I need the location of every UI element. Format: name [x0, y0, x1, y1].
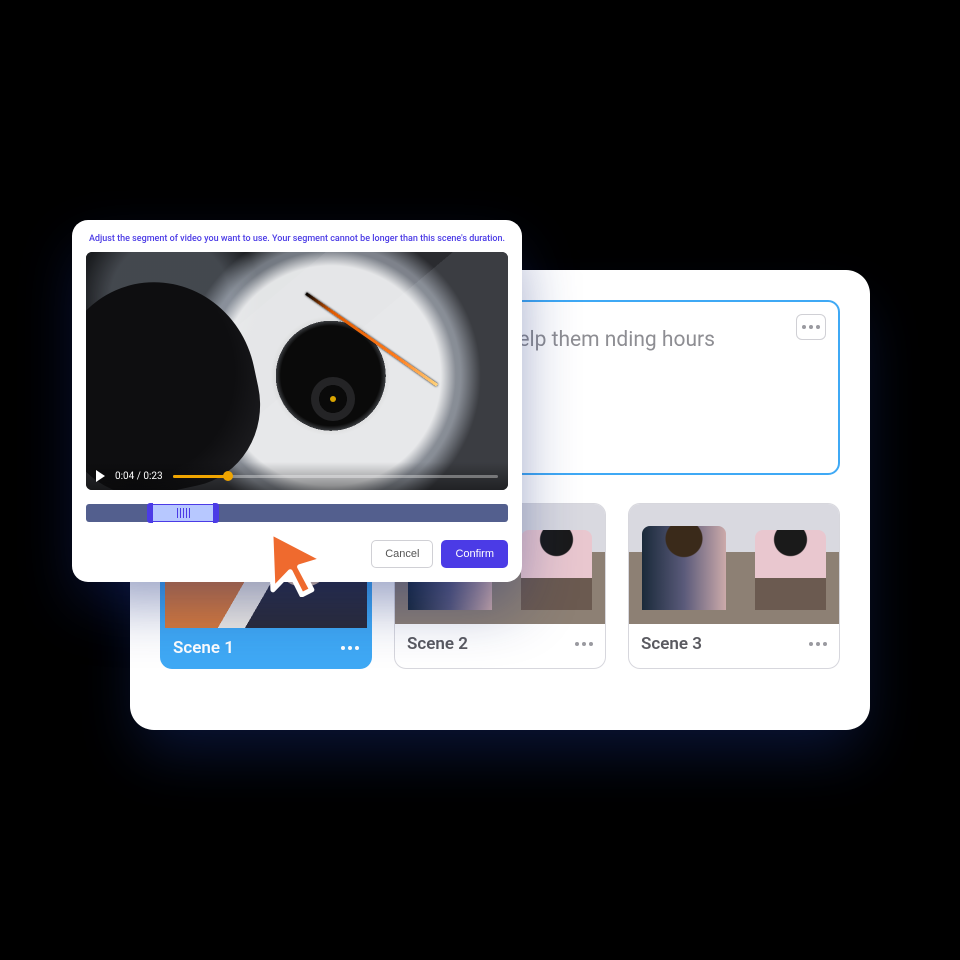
ellipsis-icon[interactable] — [341, 646, 359, 650]
video-controls: 0:04 / 0:23 — [86, 462, 508, 490]
play-icon[interactable] — [96, 470, 105, 482]
segment-selection-handle[interactable] — [149, 504, 217, 522]
confirm-button[interactable]: Confirm — [441, 540, 508, 568]
modal-actions: Cancel Confirm — [86, 540, 508, 568]
trim-video-modal: Adjust the segment of video you want to … — [72, 220, 522, 582]
modal-instruction: Adjust the segment of video you want to … — [86, 234, 508, 244]
ellipsis-icon[interactable] — [809, 642, 827, 646]
ellipsis-icon — [802, 325, 820, 329]
segment-track[interactable] — [86, 504, 508, 522]
ellipsis-icon[interactable] — [575, 642, 593, 646]
video-time-label: 0:04 / 0:23 — [115, 471, 163, 482]
scene-label: Scene 1 — [173, 638, 234, 658]
video-preview[interactable]: 0:04 / 0:23 — [86, 252, 508, 490]
scene-label: Scene 3 — [641, 634, 702, 654]
video-progress-bar[interactable] — [173, 475, 498, 478]
scene-card-3[interactable]: Scene 3 — [628, 503, 840, 669]
text-block-more-button[interactable] — [796, 314, 826, 340]
scene-thumbnail — [629, 504, 839, 624]
scene-label: Scene 2 — [407, 634, 468, 654]
grip-icon — [177, 508, 190, 518]
progress-handle[interactable] — [223, 471, 233, 481]
cancel-button[interactable]: Cancel — [371, 540, 433, 568]
